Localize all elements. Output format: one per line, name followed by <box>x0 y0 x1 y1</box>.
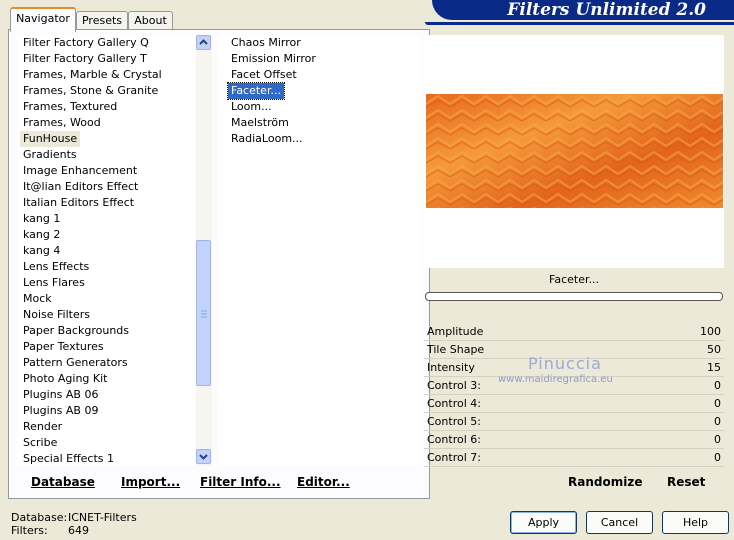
category-item[interactable]: Filter Factory Gallery T <box>20 51 150 67</box>
apply-button[interactable]: Apply <box>510 511 577 534</box>
category-item[interactable]: Gradients <box>20 147 80 163</box>
control-label: Control 4: <box>427 397 481 410</box>
category-item[interactable]: Noise Filters <box>20 307 93 323</box>
category-item[interactable]: Scribe <box>20 435 60 451</box>
control-label: Control 3: <box>427 379 481 392</box>
category-item[interactable]: Photo Aging Kit <box>20 371 110 387</box>
tab-about[interactable]: About <box>128 11 173 30</box>
control-label: Control 7: <box>427 451 481 464</box>
control-row[interactable]: Control 4: 0 <box>424 395 724 413</box>
randomize-button[interactable]: Randomize <box>568 475 642 489</box>
control-row[interactable]: Control 5: 0 <box>424 413 724 431</box>
tab-presets[interactable]: Presets <box>76 11 128 30</box>
filters-count-label: Filters: <box>11 524 48 537</box>
category-item[interactable]: Special Effects 1 <box>20 451 117 466</box>
filters-count-value: 649 <box>68 524 89 537</box>
chevron-down-icon <box>199 454 208 460</box>
app-title-banner: Filters Unlimited 2.0 <box>432 0 734 20</box>
control-row[interactable]: Amplitude 100 <box>424 323 724 341</box>
category-item[interactable]: Plugins AB 06 <box>20 387 101 403</box>
app-title: Filters Unlimited 2.0 <box>507 0 706 20</box>
control-value: 50 <box>707 343 721 356</box>
filter-info-button[interactable]: Filter Info... <box>200 475 281 489</box>
control-row[interactable]: Control 6: 0 <box>424 431 724 449</box>
tab-navigator[interactable]: Navigator <box>10 7 76 32</box>
category-item[interactable]: Paper Backgrounds <box>20 323 132 339</box>
filter-item[interactable]: Loom... <box>228 99 275 115</box>
filter-item[interactable]: Faceter... <box>227 82 285 100</box>
control-label: Intensity <box>427 361 475 374</box>
import-button[interactable]: Import... <box>121 475 180 489</box>
reset-button[interactable]: Reset <box>667 475 705 489</box>
scroll-up-button[interactable] <box>196 35 211 50</box>
database-button[interactable]: Database <box>31 475 95 489</box>
category-item[interactable]: kang 4 <box>20 243 63 259</box>
control-row[interactable]: Control 7: 0 <box>424 449 724 467</box>
category-item[interactable]: kang 1 <box>20 211 63 227</box>
category-item[interactable]: Plugins AB 09 <box>20 403 101 419</box>
watermark-site: www.maidiregrafica.eu <box>498 374 613 385</box>
scroll-down-button[interactable] <box>196 449 211 464</box>
category-item[interactable]: Image Enhancement <box>20 163 140 179</box>
category-item[interactable]: Frames, Textured <box>20 99 120 115</box>
category-item[interactable]: kang 2 <box>20 227 63 243</box>
control-value: 0 <box>714 415 721 428</box>
banner-underline <box>425 22 734 25</box>
control-value: 0 <box>714 379 721 392</box>
control-label: Tile Shape <box>427 343 485 356</box>
progress-bar <box>425 292 723 301</box>
control-label: Amplitude <box>427 325 484 338</box>
control-value: 0 <box>714 451 721 464</box>
filter-item[interactable]: Maelström <box>228 115 292 131</box>
category-item[interactable]: Italian Editors Effect <box>20 195 137 211</box>
scroll-thumb[interactable] <box>196 240 211 386</box>
category-item[interactable]: Lens Effects <box>20 259 92 275</box>
editor-button[interactable]: Editor... <box>297 475 350 489</box>
control-value: 0 <box>714 397 721 410</box>
watermark-name: Pinuccia <box>528 354 602 373</box>
filter-name-label: Faceter... <box>549 273 599 286</box>
category-item[interactable]: Lens Flares <box>20 275 88 291</box>
category-item[interactable]: It@lian Editors Effect <box>20 179 141 195</box>
category-item[interactable]: Frames, Marble & Crystal <box>20 67 165 83</box>
category-item[interactable]: Paper Textures <box>20 339 107 355</box>
preview-image <box>426 94 723 208</box>
category-item[interactable]: Mock <box>20 291 55 307</box>
filter-item[interactable]: Facet Offset <box>228 67 300 83</box>
help-button[interactable]: Help <box>662 511 729 534</box>
category-item[interactable]: FunHouse <box>20 131 81 147</box>
filter-list[interactable]: Chaos Mirror Emission Mirror Facet Offset F… <box>218 35 420 466</box>
database-label: Database: <box>11 511 68 524</box>
control-label: Control 6: <box>427 433 481 446</box>
control-value: 0 <box>714 433 721 446</box>
cancel-button[interactable]: Cancel <box>586 511 653 534</box>
control-value: 100 <box>700 325 721 338</box>
category-list[interactable]: Filter Factory Gallery Q Filter Factory G… <box>17 35 195 466</box>
category-scrollbar[interactable] <box>196 35 212 466</box>
control-label: Control 5: <box>427 415 481 428</box>
category-item[interactable]: Render <box>20 419 65 435</box>
control-divider <box>424 466 724 467</box>
category-item[interactable]: Filter Factory Gallery Q <box>20 35 152 51</box>
filter-item[interactable]: Chaos Mirror <box>228 35 304 51</box>
database-value: ICNET-Filters <box>68 511 137 524</box>
filter-item[interactable]: RadiaLoom... <box>228 131 306 147</box>
category-item[interactable]: Pattern Generators <box>20 355 131 371</box>
chevron-up-icon <box>199 39 208 45</box>
category-item[interactable]: Frames, Stone & Granite <box>20 83 161 99</box>
control-value: 15 <box>707 361 721 374</box>
filter-item[interactable]: Emission Mirror <box>228 51 319 67</box>
category-item[interactable]: Frames, Wood <box>20 115 104 131</box>
